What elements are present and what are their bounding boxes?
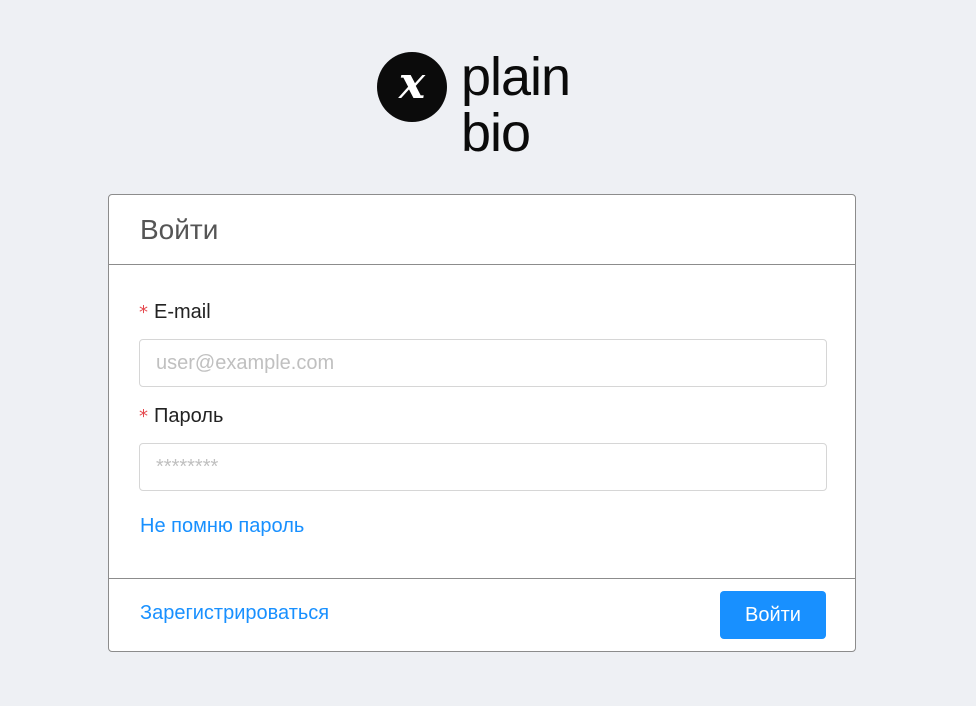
password-field[interactable] [139, 443, 827, 491]
logo-wordmark-line2: bio [461, 103, 531, 163]
register-link[interactable]: Зарегистрироваться [140, 602, 329, 625]
page-title: Войти [140, 213, 219, 245]
email-label-text: E-mail [154, 301, 211, 323]
password-label-text: Пароль [154, 405, 224, 427]
email-field[interactable] [139, 339, 827, 387]
logo-wordmark: plain bio [461, 47, 571, 163]
required-asterisk-icon: * [139, 302, 148, 323]
logo-mark-letter: x [398, 58, 426, 109]
login-button[interactable]: Войти [720, 591, 826, 639]
forgot-password-link[interactable]: Не помню пароль [140, 515, 304, 538]
logo-x-icon: x [377, 52, 447, 122]
password-label: * Пароль [139, 405, 223, 428]
plainbio-logo: x plain bio [377, 47, 607, 172]
required-asterisk-icon: * [139, 406, 148, 427]
login-card-footer: Зарегистрироваться Войти [109, 578, 855, 651]
logo-wordmark-line1: plain [461, 47, 571, 107]
login-card: Войти * E-mail * Пароль Не помню пароль За… [108, 194, 856, 652]
login-form: * E-mail * Пароль Не помню пароль [109, 265, 855, 581]
login-card-header: Войти [109, 195, 855, 265]
email-label: * E-mail [139, 301, 211, 324]
